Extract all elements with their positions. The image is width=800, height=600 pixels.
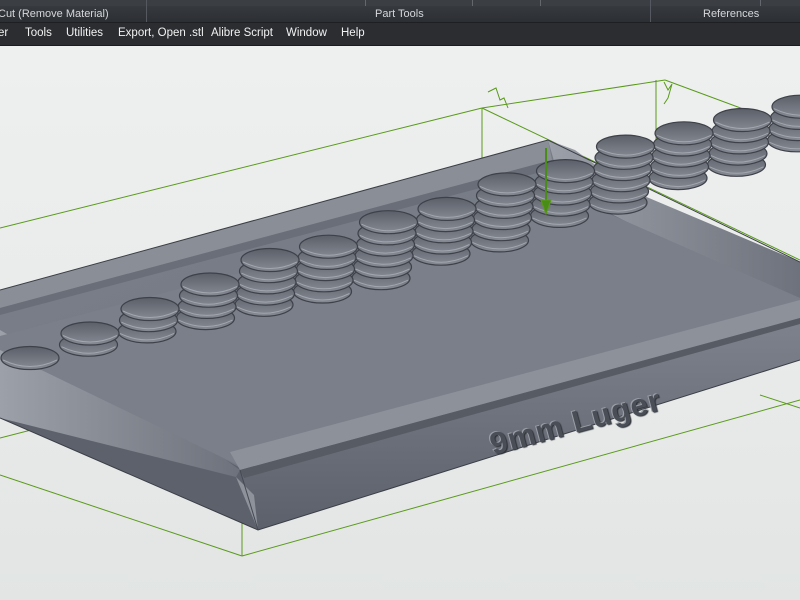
ribbon-group-bar: Cut (Remove Material) Part Tools Referen… xyxy=(0,0,800,23)
model-scene[interactable] xyxy=(0,46,800,600)
ribbon-divider xyxy=(472,0,473,6)
3d-viewport[interactable]: 9mm Luger xyxy=(0,46,800,600)
ribbon-group-separator xyxy=(146,0,147,22)
ribbon-top-edge xyxy=(0,0,800,6)
ribbon-group-part-tools-label[interactable]: Part Tools xyxy=(375,8,424,20)
menu-item-utilities[interactable]: Utilities xyxy=(66,27,103,39)
menu-item-help[interactable]: Help xyxy=(341,27,365,39)
menu-item-window[interactable]: Window xyxy=(286,27,327,39)
menu-item-partial[interactable]: er xyxy=(0,27,8,39)
ribbon-divider xyxy=(365,0,366,6)
ribbon-group-separator xyxy=(650,0,651,22)
menu-item-alibre-script[interactable]: Alibre Script xyxy=(211,27,273,39)
ribbon-group-cut-label[interactable]: Cut (Remove Material) xyxy=(0,8,109,20)
ribbon-divider xyxy=(760,0,761,6)
menu-bar: er Tools Utilities Export, Open .stl Ali… xyxy=(0,23,800,46)
menu-item-export-open-stl[interactable]: Export, Open .stl xyxy=(118,27,204,39)
ribbon-divider xyxy=(540,0,541,6)
menu-item-tools[interactable]: Tools xyxy=(25,27,52,39)
ribbon-group-references-label[interactable]: References xyxy=(703,8,759,20)
